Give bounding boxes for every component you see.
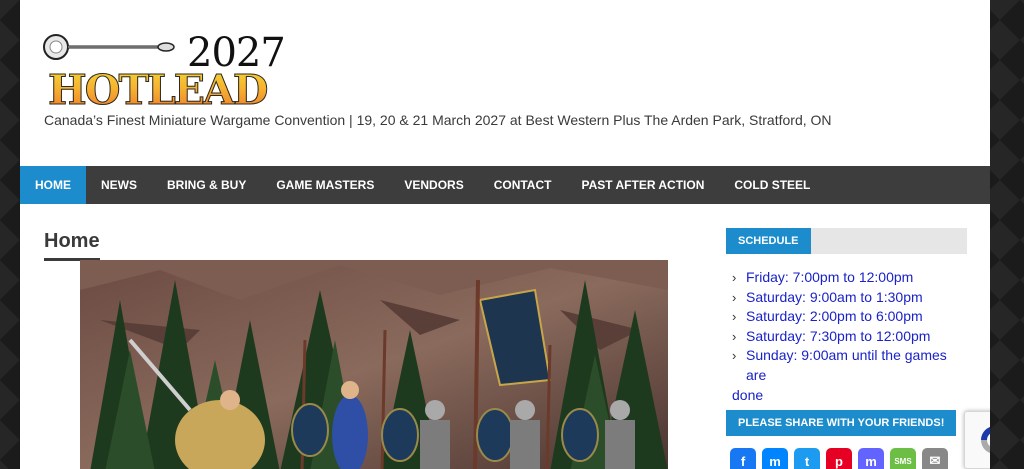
miniatures-photo [80,260,668,469]
nav-item-contact[interactable]: CONTACT [479,166,567,204]
chevron-right-icon: › [732,328,737,344]
twitter-icon[interactable]: t [794,448,820,469]
chevron-right-icon: › [732,289,737,305]
main-nav: HOME NEWS BRING & BUY GAME MASTERS VENDO… [20,166,990,204]
schedule-list: › Friday: 7:00pm to 12:00pm › Saturday: 9:… [726,268,967,405]
chevron-right-icon: › [732,348,737,364]
ladle-icon [43,34,175,60]
sidebar: SCHEDULE › Friday: 7:00pm to 12:00pm › Sat… [726,228,967,469]
facebook-icon[interactable]: f [730,448,756,469]
nav-item-past-after-action[interactable]: PAST AFTER ACTION [566,166,719,204]
hero-image [80,260,668,469]
nav-item-cold-steel[interactable]: COLD STEEL [719,166,825,204]
share-widget-header: PLEASE SHARE WITH YOUR FRIENDS! [726,410,967,436]
schedule-item[interactable]: › Saturday: 7:30pm to 12:00pm [732,327,967,347]
sms-icon[interactable]: SMS [890,448,916,469]
nav-item-bring-and-buy[interactable]: BRING & BUY [152,166,261,204]
page: 2027 HOTLEAD Canada’s Finest Miniature W… [20,0,990,469]
schedule-item[interactable]: › Saturday: 2:00pm to 6:00pm [732,307,967,327]
messenger-icon[interactable]: m [762,448,788,469]
recaptcha-badge[interactable] [964,411,990,469]
logo-wordmark: HOTLEAD [47,66,268,114]
nav-item-vendors[interactable]: VENDORS [389,166,478,204]
pinterest-icon[interactable]: p [826,448,852,469]
share-icons: f m t p m SMS ✉ [726,448,967,469]
share-title: PLEASE SHARE WITH YOUR FRIENDS! [726,410,957,436]
recaptcha-icon [980,426,990,454]
schedule-widget-header: SCHEDULE [726,228,967,254]
chevron-right-icon: › [732,309,737,325]
schedule-item[interactable]: › Sunday: 9:00am until the games are done [732,346,967,405]
nav-item-news[interactable]: NEWS [86,166,152,204]
chevron-right-icon: › [732,270,737,285]
schedule-item[interactable]: › Friday: 7:00pm to 12:00pm [732,268,967,288]
main-content: Home [44,226,674,469]
mastodon-icon[interactable]: m [858,448,884,469]
schedule-title: SCHEDULE [726,228,811,254]
email-icon[interactable]: ✉ [922,448,948,469]
site-tagline: Canada’s Finest Miniature Wargame Conven… [44,112,832,128]
nav-item-home[interactable]: HOME [20,166,86,204]
nav-item-game-masters[interactable]: GAME MASTERS [261,166,389,204]
site-header: 2027 HOTLEAD Canada’s Finest Miniature W… [20,0,990,166]
page-title: Home [44,226,100,261]
share-widget: PLEASE SHARE WITH YOUR FRIENDS! f m t p m SMS… [726,410,967,469]
schedule-item[interactable]: › Saturday: 9:00am to 1:30pm [732,288,967,308]
site-logo[interactable]: 2027 HOTLEAD [42,30,302,114]
